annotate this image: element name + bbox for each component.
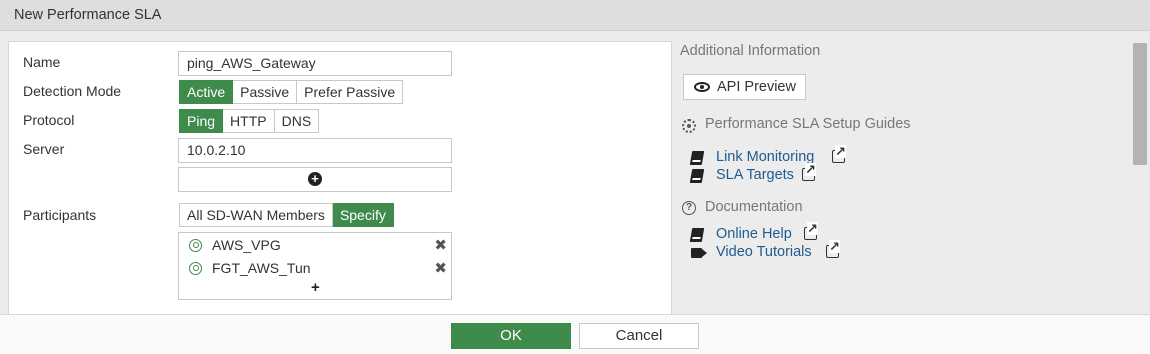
interface-icon: [189, 239, 202, 252]
participants-label: Participants: [23, 207, 97, 223]
interface-icon: [189, 262, 202, 275]
book-icon: [689, 228, 705, 242]
link-label: Video Tutorials: [716, 244, 812, 260]
sla-targets-link[interactable]: SLA Targets: [689, 163, 851, 185]
video-icon: [691, 248, 702, 258]
online-help-link[interactable]: Online Help: [689, 222, 851, 244]
documentation-header: Documentation: [705, 199, 803, 215]
dialog-footer: OK Cancel: [0, 314, 1150, 354]
api-preview-label: API Preview: [717, 79, 796, 95]
link-label: Online Help: [716, 226, 792, 242]
cancel-button[interactable]: Cancel: [579, 323, 699, 349]
api-preview-button[interactable]: API Preview: [683, 74, 806, 100]
form-panel: Name ping_AWS_Gateway Detection Mode Act…: [8, 41, 672, 314]
video-tutorials-link[interactable]: Video Tutorials: [691, 240, 851, 262]
add-server-row[interactable]: +: [178, 167, 452, 192]
eye-icon: [694, 82, 710, 92]
protocol-label: Protocol: [23, 112, 75, 128]
participants-all-members[interactable]: All SD-WAN Members: [179, 203, 333, 227]
add-member-icon[interactable]: +: [311, 279, 320, 296]
member-name: FGT_AWS_Tun: [212, 260, 311, 276]
detection-mode-passive[interactable]: Passive: [233, 80, 298, 104]
ok-button[interactable]: OK: [451, 323, 571, 349]
participants-toggle: All SD-WAN Members Specify: [179, 203, 394, 227]
participants-specify[interactable]: Specify: [332, 203, 394, 227]
external-link-icon: [804, 222, 818, 240]
protocol-dns[interactable]: DNS: [274, 109, 320, 133]
name-input[interactable]: ping_AWS_Gateway: [178, 51, 452, 76]
guide-icon: [682, 119, 696, 133]
external-link-icon: [802, 163, 816, 181]
server-input[interactable]: 10.0.2.10: [178, 138, 452, 163]
external-link-icon: [826, 240, 840, 258]
setup-guides-header: Performance SLA Setup Guides: [705, 116, 911, 132]
detection-mode-toggle: Active Passive Prefer Passive: [179, 80, 404, 104]
link-label: Link Monitoring: [716, 149, 815, 165]
detection-mode-label: Detection Mode: [23, 83, 122, 99]
detection-mode-active[interactable]: Active: [179, 80, 234, 104]
protocol-ping[interactable]: Ping: [179, 109, 224, 133]
remove-member-icon[interactable]: ✖: [434, 236, 447, 254]
link-label: SLA Targets: [716, 167, 794, 183]
question-icon: ?: [682, 201, 696, 215]
book-icon: [689, 151, 705, 165]
dialog-content: Name ping_AWS_Gateway Detection Mode Act…: [0, 31, 1150, 314]
participants-list: AWS_VPG ✖ FGT_AWS_Tun ✖ +: [178, 232, 452, 300]
dialog-titlebar: New Performance SLA: [0, 0, 1150, 31]
protocol-toggle: Ping HTTP DNS: [179, 109, 320, 133]
add-server-icon[interactable]: +: [308, 172, 322, 186]
remove-member-icon[interactable]: ✖: [434, 259, 447, 277]
book-icon: [689, 169, 705, 183]
list-item: AWS_VPG ✖: [189, 236, 447, 256]
info-sidebar: Additional Information API Preview Perfo…: [680, 31, 1130, 314]
name-label: Name: [23, 54, 61, 70]
list-item: FGT_AWS_Tun ✖: [189, 259, 447, 279]
server-label: Server: [23, 141, 65, 157]
external-link-icon: [832, 145, 846, 163]
link-monitoring-link[interactable]: Link Monitoring: [689, 145, 851, 167]
additional-info-header: Additional Information: [680, 43, 821, 59]
dialog-title: New Performance SLA: [14, 7, 162, 23]
protocol-http[interactable]: HTTP: [223, 109, 275, 133]
scrollbar-thumb[interactable]: [1133, 43, 1147, 165]
member-name: AWS_VPG: [212, 237, 281, 253]
detection-mode-prefer-passive[interactable]: Prefer Passive: [297, 80, 404, 104]
